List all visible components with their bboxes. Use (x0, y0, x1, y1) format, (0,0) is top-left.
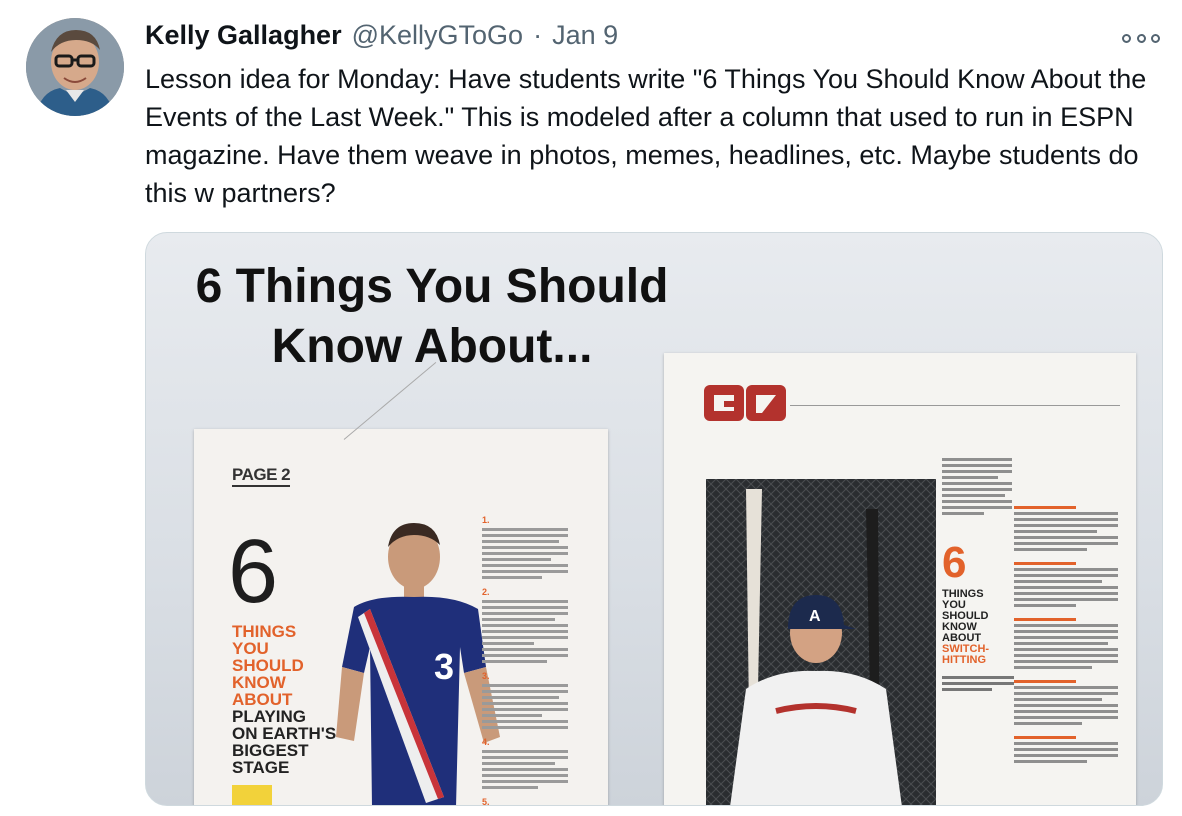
author-name[interactable]: Kelly Gallagher (145, 20, 342, 51)
jersey-number: 3 (434, 646, 454, 687)
intro-text (942, 455, 1012, 515)
go-logo (704, 385, 786, 421)
big-number-right: 6 (942, 538, 967, 587)
media-title-line-1: 6 Things You Should (195, 260, 669, 313)
separator-dot: · (533, 20, 543, 50)
author-handle[interactable]: @KellyGToGo (352, 20, 523, 51)
magazine-page-left: PAGE 2 6 THINGS YOU SHOULD KNOW ABOUT PL… (194, 361, 608, 805)
tweet-text: Lesson idea for Monday: Have students wr… (145, 64, 1147, 208)
magazine-page-right: A 6 THINGS YOU SHOULD KNOW ABOUT SWITCH-… (664, 353, 1136, 805)
media-title-line-2: Know About... (271, 320, 593, 373)
tweet-date[interactable]: Jan 9 (552, 20, 618, 51)
page-label: PAGE 2 (232, 465, 291, 487)
tweet-header: Kelly Gallagher @KellyGToGo · Jan 9 (145, 20, 618, 56)
tweet-media-image[interactable]: 6 Things You Should Know About... PAGE 2… (145, 232, 1163, 806)
avatar[interactable] (26, 18, 124, 116)
big-number-left: 6 (228, 522, 279, 622)
more-horizontal-icon[interactable] (1122, 30, 1160, 46)
right-page-heading: THINGS YOU SHOULD KNOW ABOUT SWITCH- HIT… (942, 589, 989, 666)
heading-word: HITTING (942, 654, 986, 666)
media-title: 6 Things You Should Know About... (162, 257, 702, 377)
article-column (1014, 503, 1118, 763)
baseball-player-photo: A (706, 479, 936, 805)
article-column: 1. 2. 3. 4. 5. (482, 515, 568, 805)
cap-letter: A (809, 608, 821, 625)
yellow-block (232, 785, 272, 805)
tweet: Kelly Gallagher @KellyGToGo · Jan 9 Less… (0, 0, 1182, 816)
byline (942, 673, 1014, 691)
header-rule (790, 405, 1120, 406)
